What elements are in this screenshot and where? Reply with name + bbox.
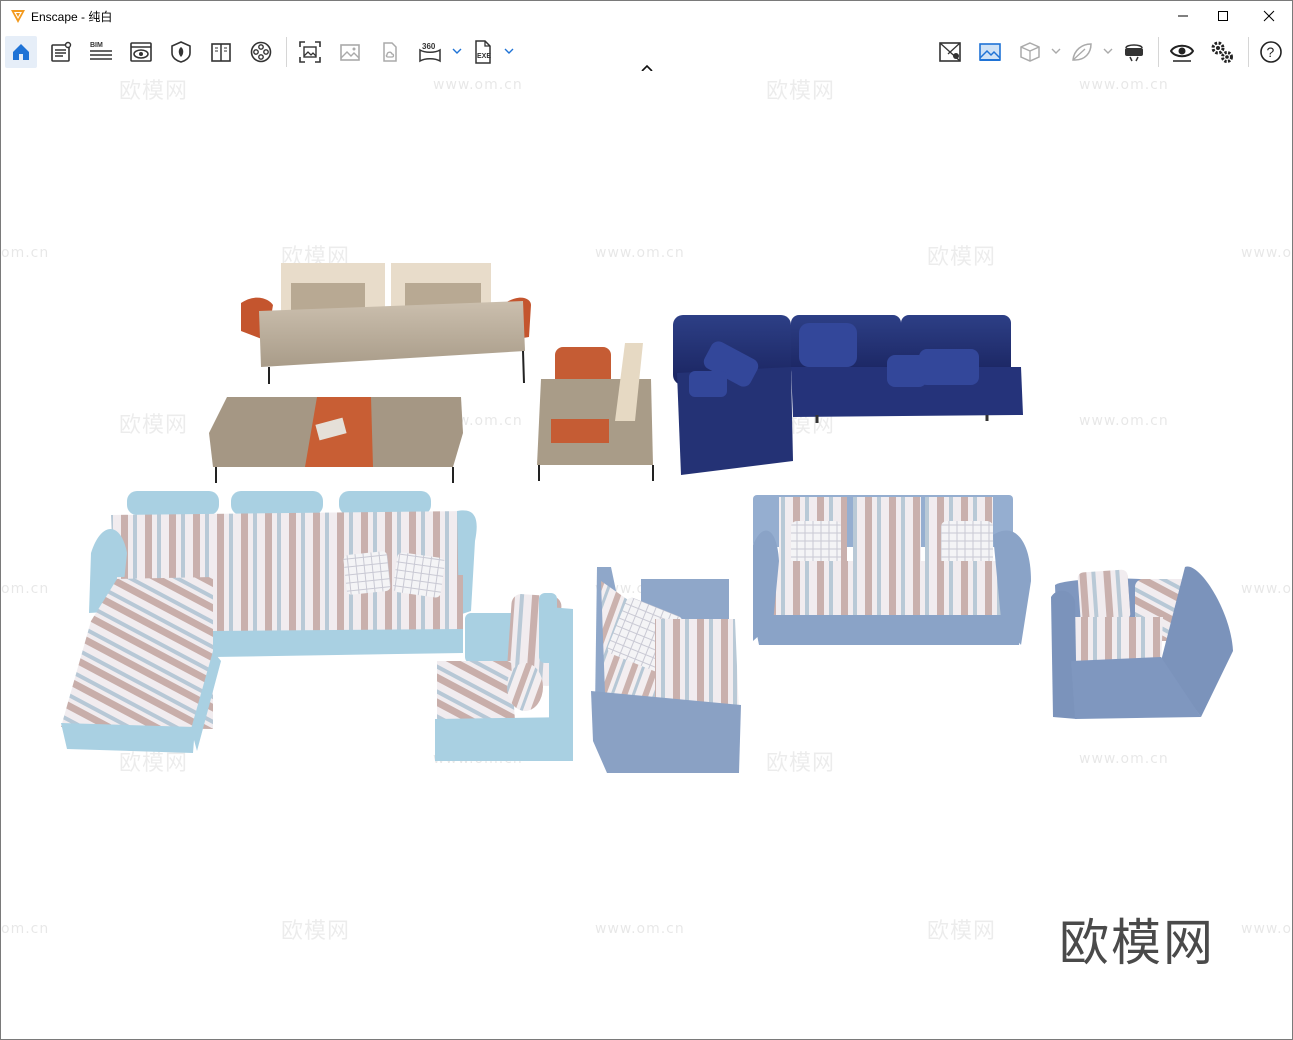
gears-icon — [1211, 41, 1233, 63]
leaf-shield-icon — [171, 41, 191, 63]
steel-blue-sofa — [753, 495, 1031, 645]
material-editor-button[interactable] — [205, 36, 237, 68]
landscape-image-icon — [979, 43, 1001, 61]
steel-blue-armchair — [591, 567, 741, 773]
steel-blue-chair — [1051, 566, 1233, 719]
watermark-brand-logo: 欧模网 — [1059, 914, 1215, 972]
panorama-360-icon: 360 — [419, 42, 441, 63]
bim-icon: BIM — [90, 42, 112, 60]
map-button[interactable] — [934, 36, 966, 68]
cube-dropdown-button[interactable] — [1050, 44, 1062, 58]
toolbar-separator — [1158, 37, 1159, 67]
title-bar[interactable]: Enscape - 纯白 — [1, 1, 1292, 31]
navy-sectional — [673, 315, 1023, 475]
video-editor-button[interactable] — [245, 36, 277, 68]
asset-library-button[interactable] — [165, 36, 197, 68]
coffee-table — [209, 397, 463, 483]
svg-text:EXE: EXE — [477, 53, 491, 60]
screenshot-button[interactable] — [294, 36, 326, 68]
bim-button[interactable]: BIM — [85, 36, 117, 68]
panorama-button[interactable]: 360 — [414, 36, 446, 68]
eye-monitor-icon — [130, 42, 152, 62]
home-icon — [13, 44, 29, 60]
leaf-dropdown-button[interactable] — [1102, 44, 1114, 58]
batch-render-button[interactable] — [334, 36, 366, 68]
vr-headset-button[interactable] — [1118, 36, 1150, 68]
enscape-window: Enscape - 纯白 BIM 360 EXE ? 欧模网 www.om.cn… — [0, 0, 1293, 1040]
sofa-scene — [61, 263, 1233, 773]
cloud-document-icon — [383, 42, 397, 62]
book-icon — [211, 43, 231, 62]
chevron-down-icon — [1051, 48, 1061, 54]
views-button[interactable] — [125, 36, 157, 68]
visibility-button[interactable] — [1166, 36, 1198, 68]
orange-armchair — [537, 343, 654, 481]
upload-button[interactable] — [374, 36, 406, 68]
toolbar-separator — [286, 37, 287, 67]
visual-settings-button[interactable] — [974, 36, 1006, 68]
eye-icon — [1170, 44, 1194, 62]
image-frame-icon — [299, 41, 321, 63]
map-marker-icon — [939, 42, 961, 62]
film-reel-icon — [250, 41, 272, 63]
minimize-icon — [1178, 15, 1188, 17]
document-list-icon — [51, 41, 72, 62]
chevron-down-icon — [452, 48, 462, 54]
collapse-toolbar-button[interactable] — [638, 59, 656, 72]
enscape-logo-icon — [10, 8, 26, 24]
home-button[interactable] — [5, 36, 37, 68]
window-title: Enscape - 纯白 — [31, 10, 113, 24]
vr-headset-icon — [1125, 44, 1143, 62]
svg-text:?: ? — [1267, 44, 1275, 60]
panorama-dropdown-button[interactable] — [451, 44, 463, 58]
cube-button[interactable] — [1014, 36, 1046, 68]
svg-text:360: 360 — [422, 42, 436, 51]
export-dropdown-button[interactable] — [503, 44, 515, 58]
blue-striped-sectional — [61, 491, 477, 753]
close-icon — [1263, 10, 1275, 22]
toolbar-separator — [1248, 37, 1249, 67]
exe-file-icon: EXE — [475, 40, 491, 64]
chevron-down-icon — [504, 48, 514, 54]
maximize-icon — [1218, 11, 1228, 21]
beige-sofa — [241, 263, 531, 384]
leaf-icon — [1072, 43, 1092, 61]
settings-button[interactable] — [1206, 36, 1238, 68]
help-button[interactable]: ? — [1255, 36, 1287, 68]
help-icon: ? — [1260, 41, 1282, 63]
project-info-button[interactable] — [45, 36, 77, 68]
export-exe-button[interactable]: EXE — [467, 36, 499, 68]
maximize-button[interactable] — [1200, 1, 1246, 31]
leaf-button[interactable] — [1066, 36, 1098, 68]
render-viewport[interactable]: 欧模网 www.om.cn 欧模网 www.om.cn om.cn 欧模网 ww… — [1, 71, 1292, 1039]
cube-icon — [1020, 42, 1040, 62]
close-button[interactable] — [1246, 1, 1292, 31]
image-stack-icon — [340, 44, 360, 61]
chevron-down-icon — [1103, 48, 1113, 54]
svg-text:BIM: BIM — [90, 42, 103, 49]
